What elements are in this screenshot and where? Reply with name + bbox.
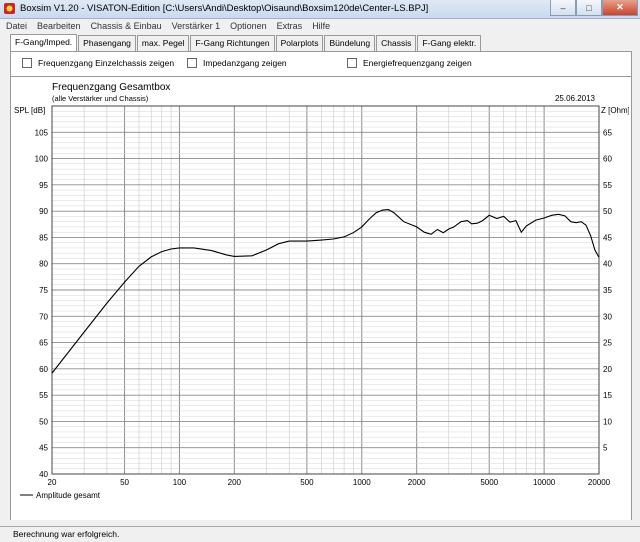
series: [51, 209, 600, 374]
y-tick-label: 40: [39, 470, 48, 479]
menu-chassis-einbau[interactable]: Chassis & Einbau: [91, 19, 162, 33]
tab-phasengang[interactable]: Phasengang: [78, 35, 136, 51]
x-tick-label: 20000: [588, 478, 611, 487]
y-right-tick-label: 25: [603, 339, 612, 348]
y-right-tick-label: 10: [603, 417, 612, 426]
y-right-tick-label: 15: [603, 391, 612, 400]
tab-chassis[interactable]: Chassis: [376, 35, 417, 51]
y-tick-label: 95: [39, 181, 48, 190]
y-right-tick-label: 35: [603, 286, 612, 295]
menu-optionen[interactable]: Optionen: [230, 19, 267, 33]
y-right-tick-label: 50: [603, 207, 612, 216]
legend-label: Amplitude gesamt: [36, 491, 101, 500]
x-tick-label: 2000: [408, 478, 426, 487]
status-bar: Berechnung war erfolgreich.: [0, 526, 640, 542]
menu-bar: Datei Bearbeiten Chassis & Einbau Verstä…: [0, 19, 640, 33]
x-tick-label: 100: [173, 478, 187, 487]
y-tick-label: 80: [39, 260, 48, 269]
y-axis-label: SPL [dB]: [14, 106, 45, 115]
title-bar: Boxsim V1.20 - VISATON-Edition [C:\Users…: [0, 0, 640, 19]
tab-bar: F-Gang/Imped. Phasengang max. Pegel F-Ga…: [10, 34, 482, 52]
window-controls: – □ ✕: [550, 0, 638, 16]
y-right-tick-label: 45: [603, 233, 612, 242]
y-right-tick-label: 20: [603, 365, 612, 374]
tab-max-pegel[interactable]: max. Pegel: [136, 35, 190, 51]
x-tick-label: 200: [228, 478, 242, 487]
menu-bearbeiten[interactable]: Bearbeiten: [37, 19, 81, 33]
x-tick-label: 5000: [480, 478, 498, 487]
option-einzelchassis-label: Frequenzgang Einzelchassis zeigen: [38, 58, 175, 68]
y-tick-label: 50: [39, 417, 48, 426]
y-tick-label: 90: [39, 207, 48, 216]
x-tick-label: 1000: [353, 478, 371, 487]
y-tick-label: 45: [39, 444, 48, 453]
y-tick-label: 65: [39, 339, 48, 348]
chart-title: Frequenzgang Gesamtbox: [52, 82, 170, 93]
tab-fgang-imped[interactable]: F-Gang/Imped.: [10, 34, 78, 52]
series-line-amplitude-gesamt: [51, 209, 600, 374]
y-tick-label: 75: [39, 286, 48, 295]
y-axis-right-label: Z [Ohm]: [601, 106, 629, 115]
tab-polarplots[interactable]: Polarplots: [275, 35, 324, 51]
window-title: Boxsim V1.20 - VISATON-Edition [C:\Users…: [20, 3, 429, 14]
checkbox-impedanz[interactable]: [187, 58, 197, 68]
close-icon[interactable]: ✕: [602, 0, 638, 16]
x-tick-label: 20: [48, 478, 57, 487]
chart-date: 25.06.2013: [555, 94, 596, 103]
x-tick-label: 50: [120, 478, 129, 487]
tab-panel: Frequenzgang Einzelchassis zeigen Impeda…: [10, 51, 632, 520]
chart-subtitle: (alle Verstärker und Chassis): [52, 94, 149, 103]
menu-verstaerker[interactable]: Verstärker 1: [172, 19, 221, 33]
y-tick-label: 100: [35, 155, 49, 164]
minimize-icon[interactable]: –: [550, 0, 576, 16]
tab-buendelung[interactable]: Bündelung: [324, 35, 376, 51]
y-tick-label: 85: [39, 233, 48, 242]
y-right-tick-label: 65: [603, 128, 612, 137]
frequency-response-chart: Frequenzgang Gesamtbox (alle Verstärker …: [14, 82, 630, 500]
maximize-icon[interactable]: □: [576, 0, 602, 16]
option-energie-label: Energiefrequenzgang zeigen: [363, 58, 472, 68]
x-tick-label: 500: [300, 478, 314, 487]
tab-fgang-richtungen[interactable]: F-Gang Richtungen: [190, 35, 275, 51]
y-right-tick-label: 5: [603, 444, 608, 453]
options-row: Frequenzgang Einzelchassis zeigen Impeda…: [19, 58, 619, 72]
checkbox-einzelchassis[interactable]: [22, 58, 32, 68]
y-tick-label: 55: [39, 391, 48, 400]
option-einzelchassis[interactable]: Frequenzgang Einzelchassis zeigen: [22, 58, 174, 68]
option-impedanz-label: Impedanzgang zeigen: [203, 58, 287, 68]
chart-area: Frequenzgang Gesamtbox (alle Verstärker …: [11, 76, 631, 520]
status-text: Berechnung war erfolgreich.: [13, 529, 120, 539]
y-tick-label: 70: [39, 312, 48, 321]
menu-datei[interactable]: Datei: [6, 19, 27, 33]
y-tick-label: 60: [39, 365, 48, 374]
tab-fgang-elektr[interactable]: F-Gang elektr.: [417, 35, 482, 51]
y-right-tick-label: 40: [603, 260, 612, 269]
x-tick-label: 10000: [533, 478, 556, 487]
y-right-tick-label: 55: [603, 181, 612, 190]
grid: [51, 105, 600, 475]
y-tick-label: 105: [35, 128, 49, 137]
y-right-tick-label: 30: [603, 312, 612, 321]
option-energie[interactable]: Energiefrequenzgang zeigen: [347, 58, 472, 68]
menu-hilfe[interactable]: Hilfe: [312, 19, 330, 33]
checkbox-energie[interactable]: [347, 58, 357, 68]
menu-extras[interactable]: Extras: [277, 19, 303, 33]
y-right-tick-label: 60: [603, 155, 612, 164]
option-impedanz[interactable]: Impedanzgang zeigen: [187, 58, 287, 68]
tick-labels: 20 50 100 200 500 1000 2000 5000 10000 20000 40 45 5…: [35, 128, 613, 487]
app-icon: [4, 3, 15, 14]
